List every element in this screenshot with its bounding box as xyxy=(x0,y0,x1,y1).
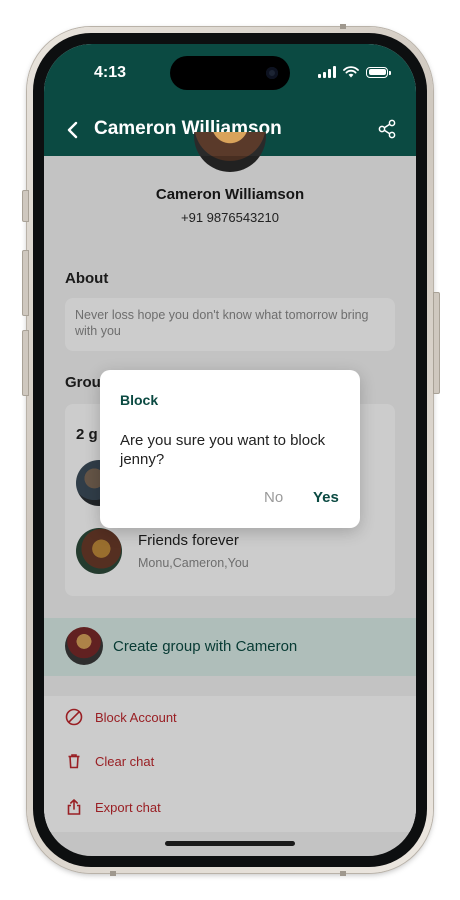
cellular-signal-icon xyxy=(318,66,336,78)
dialog-no-button[interactable]: No xyxy=(264,489,283,506)
status-time: 4:13 xyxy=(94,64,127,81)
volume-down-button xyxy=(22,330,29,396)
home-indicator[interactable] xyxy=(165,841,295,846)
antenna-band xyxy=(340,871,346,876)
dialog-title: Block xyxy=(120,392,159,408)
chevron-left-icon[interactable] xyxy=(62,118,84,142)
dialog-message: Are you sure you want to block jenny? xyxy=(120,432,326,468)
phone-screen: 4:13 Cameron Williamson Cameron Williams… xyxy=(44,44,416,856)
battery-icon xyxy=(366,66,391,78)
wifi-icon xyxy=(343,66,359,78)
volume-up-button xyxy=(22,250,29,316)
status-icons xyxy=(318,66,391,78)
antenna-band xyxy=(110,871,116,876)
dynamic-island xyxy=(170,56,290,90)
share-icon[interactable] xyxy=(376,118,398,140)
silent-switch xyxy=(22,190,29,222)
antenna-band xyxy=(340,24,346,29)
power-button xyxy=(433,292,440,394)
front-camera-icon xyxy=(266,67,278,79)
dialog-yes-button[interactable]: Yes xyxy=(313,489,339,506)
block-dialog: Block Are you sure you want to block jen… xyxy=(100,370,360,528)
